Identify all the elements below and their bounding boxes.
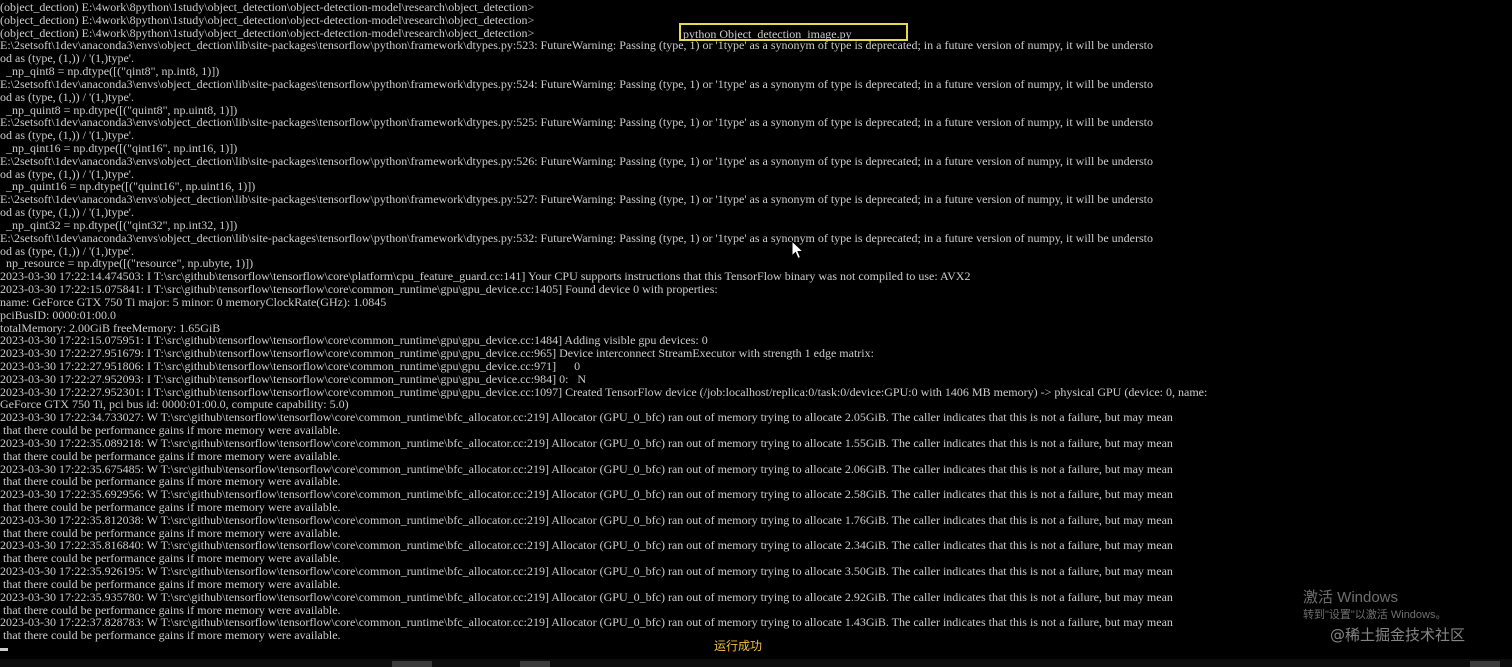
- console-line: E:\2setsoft\1dev\anaconda3\envs\object_d…: [0, 38, 1153, 53]
- site-watermark: @稀土掘金技术社区: [1330, 626, 1466, 644]
- status-caption: 运行成功: [714, 639, 763, 653]
- console-line: that there could be performance gains if…: [0, 628, 341, 643]
- text-cursor-icon: [0, 648, 8, 651]
- windows-activation-subtitle: 转到"设置"以激活 Windows。: [1303, 609, 1447, 621]
- console-line: E:\2setsoft\1dev\anaconda3\envs\object_d…: [0, 192, 1153, 207]
- console-line: pciBusID: 0000:01:00.0: [0, 307, 116, 322]
- console-line: 2023-03-30 17:22:35.812038: W T:\src\git…: [0, 512, 1173, 527]
- console-line: 2023-03-30 17:22:27.952093: I T:\src\git…: [0, 371, 587, 386]
- console-line: 2023-03-30 17:22:27.951806: I T:\src\git…: [0, 358, 581, 373]
- console-line: _np_qint32 = np.dtype([("qint32", np.int…: [0, 217, 238, 232]
- console-line: name: GeForce GTX 750 Ti major: 5 minor:…: [0, 294, 387, 309]
- highlighted-command: python Object_detection_image.py: [683, 27, 852, 41]
- console-line: E:\2setsoft\1dev\anaconda3\envs\object_d…: [0, 153, 1153, 168]
- console-line: E:\2setsoft\1dev\anaconda3\envs\object_d…: [0, 76, 1153, 91]
- console-line: E:\2setsoft\1dev\anaconda3\envs\object_d…: [0, 115, 1153, 130]
- taskbar-strip: [0, 659, 1512, 667]
- console-line: 2023-03-30 17:22:35.089218: W T:\src\git…: [0, 435, 1173, 450]
- console-line: that there could be performance gains if…: [0, 576, 341, 591]
- console-line: 2023-03-30 17:22:35.935780: W T:\src\git…: [0, 589, 1173, 604]
- console-line: od as (type, (1,)) / '(1,)type'.: [0, 89, 134, 104]
- console-line: (object_dection) E:\4work\8python\1study…: [0, 12, 535, 27]
- windows-activation-title: 激活 Windows: [1303, 589, 1399, 606]
- console-window[interactable]: (object_dection) E:\4work\8python\1study…: [0, 0, 1512, 660]
- console-line: E:\2setsoft\1dev\anaconda3\envs\object_d…: [0, 230, 1153, 245]
- console-line: that there could be performance gains if…: [0, 448, 341, 463]
- arrow-cursor-icon: [791, 240, 805, 260]
